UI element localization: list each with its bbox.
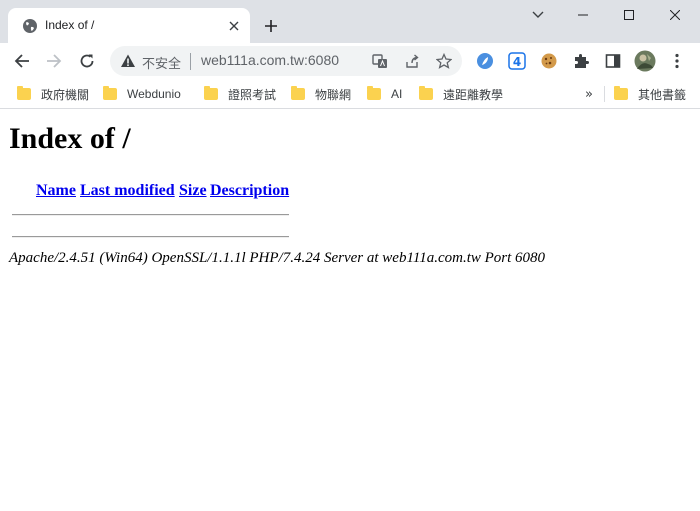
forward-button[interactable]	[42, 49, 66, 73]
other-bookmarks-folder[interactable]: 其他書籤	[614, 85, 686, 103]
bookmark-label: 政府機關	[41, 87, 90, 102]
divider	[604, 86, 605, 102]
side-panel-icon[interactable]	[601, 49, 625, 73]
star-icon[interactable]	[434, 51, 454, 71]
share-icon[interactable]	[402, 51, 422, 71]
folder-icon	[367, 86, 381, 100]
divider	[12, 214, 289, 216]
extension-four-icon[interactable]: 4	[505, 49, 529, 73]
bookmark-label: 證照考試	[228, 87, 277, 102]
extensions-puzzle-icon[interactable]	[569, 49, 593, 73]
bookmark-folder[interactable]: 證照考試	[204, 85, 276, 103]
translate-icon[interactable]	[370, 51, 390, 71]
bookmark-folder[interactable]: Webdunio	[103, 85, 181, 103]
new-tab-button[interactable]	[259, 14, 283, 38]
tab-title: Index of /	[45, 18, 95, 32]
folder-icon	[103, 86, 117, 100]
column-name-link[interactable]: Name	[36, 182, 76, 200]
folder-icon	[17, 86, 31, 100]
cookie-icon[interactable]	[537, 49, 561, 73]
address-bar[interactable]: 不安全 web111a.com.tw:6080	[110, 46, 462, 76]
extension-blue-icon[interactable]	[473, 49, 497, 73]
divider	[190, 53, 191, 70]
back-button[interactable]	[10, 49, 34, 73]
toolbar: 不安全 web111a.com.tw:6080 4	[0, 43, 700, 79]
url-text[interactable]: web111a.com.tw:6080	[201, 52, 339, 68]
bookmarks-overflow-button[interactable]: »	[580, 85, 598, 103]
folder-icon	[419, 86, 433, 100]
server-signature: Apache/2.4.51 (Win64) OpenSSL/1.1.1l PHP…	[9, 250, 546, 266]
folder-icon	[291, 86, 305, 100]
chevron-down-icon[interactable]	[515, 0, 561, 30]
column-size-link[interactable]: Size	[179, 182, 207, 200]
svg-text:4: 4	[513, 55, 521, 69]
bookmark-label: 遠距離教學	[443, 87, 504, 102]
globe-icon	[22, 18, 38, 34]
bookmark-label: AI	[391, 87, 403, 101]
close-window-button[interactable]	[652, 0, 698, 30]
reload-button[interactable]	[75, 49, 99, 73]
column-description-link[interactable]: Description	[210, 182, 289, 200]
maximize-button[interactable]	[606, 0, 652, 30]
menu-kebab-icon[interactable]	[665, 49, 689, 73]
warning-icon[interactable]	[120, 53, 136, 69]
minimize-button[interactable]	[560, 0, 606, 30]
page-title: Index of /	[9, 122, 131, 155]
folder-icon	[614, 86, 628, 100]
bookmarks-bar: 政府機關 Webdunio 證照考試 物聯網 AI 遠距離教學 » 其他書籤	[0, 79, 700, 109]
bookmark-folder[interactable]: 政府機關	[17, 85, 89, 103]
divider	[12, 236, 289, 238]
security-label[interactable]: 不安全	[142, 53, 181, 72]
bookmark-label: Webdunio	[127, 87, 181, 101]
column-last-modified-link[interactable]: Last modified	[80, 182, 175, 200]
bookmark-label: 物聯網	[315, 87, 352, 102]
page-content: Index of / Name Last modified Size Descr…	[0, 110, 700, 511]
bookmark-label: 其他書籤	[638, 87, 687, 102]
bookmark-folder[interactable]: 物聯網	[291, 85, 351, 103]
folder-icon	[204, 86, 218, 100]
tab-active[interactable]: Index of /	[8, 8, 250, 43]
tab-strip: Index of /	[0, 0, 700, 43]
close-icon[interactable]	[226, 18, 242, 34]
bookmark-folder[interactable]: AI	[367, 85, 402, 103]
avatar[interactable]	[633, 49, 657, 73]
bookmark-folder[interactable]: 遠距離教學	[419, 85, 503, 103]
